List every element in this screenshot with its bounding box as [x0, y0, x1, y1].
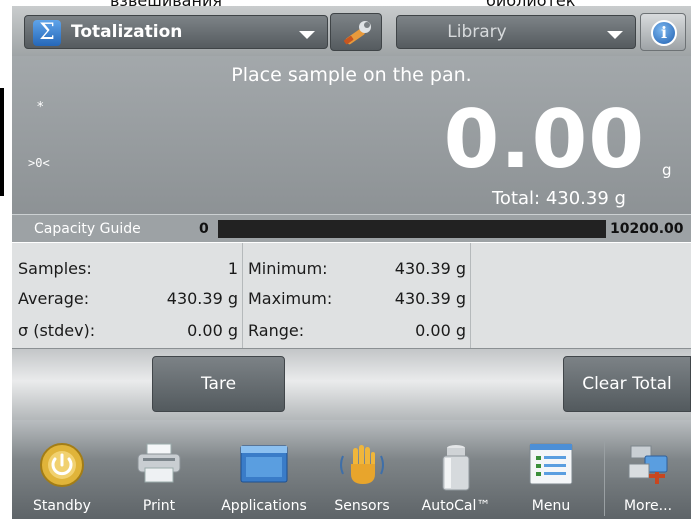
average-value: 430.39 g — [166, 289, 238, 308]
autocal-button[interactable]: AutoCal™ — [408, 420, 504, 519]
sensors-label: Sensors — [334, 498, 390, 514]
print-label: Print — [142, 498, 176, 514]
samples-value: 1 — [227, 259, 238, 278]
applications-icon — [240, 445, 288, 483]
weight-display: Place sample on the pan. * >0< 0.00 g To… — [12, 56, 691, 214]
capacity-guide: Capacity Guide 0 10200.00 — [12, 214, 691, 242]
capacity-guide-label: Capacity Guide — [34, 221, 141, 237]
application-mode-label: Totalization — [71, 22, 183, 42]
stdev-label: σ (stdev): — [18, 321, 96, 340]
bottom-navigation: Standby Print Applications Sensors AutoC… — [12, 420, 691, 519]
total-readout: Total: 430.39 g — [492, 188, 626, 209]
info-button[interactable]: i — [640, 13, 686, 51]
hand-sensor-icon — [340, 445, 384, 484]
maximum-value: 430.39 g — [394, 289, 466, 308]
application-mode-dropdown[interactable]: Σ Totalization — [24, 15, 328, 49]
statistics-panel: Samples: 1 Average: 430.39 g σ (stdev): … — [12, 242, 691, 349]
library-dropdown[interactable]: Library — [396, 15, 636, 49]
stdev-value: 0.00 g — [187, 321, 238, 340]
autocal-label: AutoCal™ — [421, 498, 491, 514]
power-icon — [40, 443, 84, 487]
info-icon: i — [651, 20, 677, 46]
calibration-weight-icon — [442, 445, 470, 491]
weight-unit: g — [662, 161, 672, 179]
left-edge-bar — [0, 88, 4, 196]
center-of-zero-indicator: >0< — [28, 156, 50, 170]
average-label: Average: — [18, 289, 90, 308]
action-bar: Tare Clear Total — [12, 348, 691, 420]
applications-label: Applications — [221, 498, 307, 514]
sensors-button[interactable]: Sensors — [320, 420, 404, 519]
chevron-down-icon — [607, 31, 623, 39]
chevron-down-icon — [299, 31, 315, 39]
wrench-icon — [343, 21, 371, 45]
capacity-min: 0 — [199, 221, 209, 237]
range-label: Range: — [248, 321, 305, 340]
capacity-max: 10200.00 — [610, 221, 684, 237]
divider — [242, 243, 243, 349]
more-button[interactable]: More... — [608, 420, 688, 519]
clear-total-button[interactable]: Clear Total — [563, 356, 691, 412]
minimum-label: Minimum: — [248, 259, 328, 278]
divider — [604, 440, 605, 516]
menu-button[interactable]: Menu — [508, 420, 594, 519]
weight-readout: 0.00 — [443, 93, 645, 186]
more-options-icon — [628, 445, 668, 484]
top-bar: Σ Totalization Library i — [12, 6, 691, 56]
more-label: More... — [623, 498, 673, 514]
range-value: 0.00 g — [415, 321, 466, 340]
menu-label: Menu — [531, 498, 571, 514]
print-button[interactable]: Print — [116, 420, 202, 519]
applications-button[interactable]: Applications — [208, 420, 320, 519]
stability-indicator: * — [37, 100, 44, 115]
instruction-prompt: Place sample on the pan. — [231, 64, 472, 86]
menu-list-icon — [529, 443, 573, 485]
maximum-label: Maximum: — [248, 289, 333, 308]
samples-label: Samples: — [18, 259, 92, 278]
sigma-icon: Σ — [33, 20, 61, 46]
divider — [470, 243, 471, 349]
standby-button[interactable]: Standby — [20, 420, 104, 519]
minimum-value: 430.39 g — [394, 259, 466, 278]
library-label: Library — [447, 22, 507, 42]
tare-button[interactable]: Tare — [152, 356, 285, 412]
printer-icon — [137, 443, 181, 483]
balance-screen: Σ Totalization Library i Place sample on… — [12, 6, 691, 519]
capacity-bar — [218, 220, 606, 238]
settings-button[interactable] — [330, 13, 382, 51]
standby-label: Standby — [33, 498, 91, 514]
